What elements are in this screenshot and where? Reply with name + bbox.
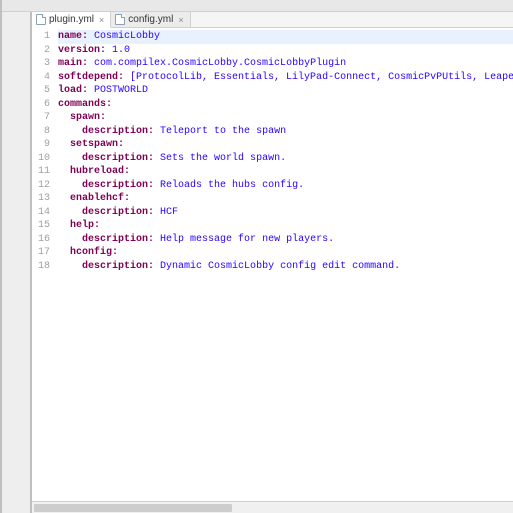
code-line[interactable]: load: POSTWORLD — [58, 84, 513, 98]
code-line[interactable]: description: Sets the world spawn. — [58, 152, 513, 166]
line-number: 10 — [32, 152, 50, 166]
line-number: 14 — [32, 206, 50, 220]
line-number: 9 — [32, 138, 50, 152]
line-number: 8 — [32, 125, 50, 139]
file-icon — [115, 14, 125, 25]
line-number: 7 — [32, 111, 50, 125]
line-number: 12 — [32, 179, 50, 193]
code-line[interactable]: enablehcf: — [58, 192, 513, 206]
close-icon[interactable]: × — [178, 15, 183, 25]
line-number: 1 — [32, 30, 50, 44]
code-line[interactable]: spawn: — [58, 111, 513, 125]
line-number: 4 — [32, 71, 50, 85]
code-line[interactable]: description: Help message for new player… — [58, 233, 513, 247]
code-line[interactable]: help: — [58, 219, 513, 233]
code-line[interactable]: description: Reloads the hubs config. — [58, 179, 513, 193]
close-icon[interactable]: × — [99, 15, 104, 25]
line-number: 11 — [32, 165, 50, 179]
line-number: 18 — [32, 260, 50, 274]
code-line[interactable]: softdepend: [ProtocolLib, Essentials, Li… — [58, 71, 513, 85]
tab-bar: plugin.yml × config.yml × — [32, 12, 513, 28]
window-frame: plugin.yml × config.yml × 12345678910111… — [0, 0, 513, 513]
scrollbar-thumb[interactable] — [34, 504, 232, 512]
tab-label: plugin.yml — [49, 14, 94, 25]
tab-plugin-yml[interactable]: plugin.yml × — [32, 12, 111, 28]
code-line[interactable]: description: Dynamic CosmicLobby config … — [58, 260, 513, 274]
line-number-gutter: 123456789101112131415161718 — [32, 28, 54, 501]
line-number: 2 — [32, 44, 50, 58]
editor-panel: plugin.yml × config.yml × 12345678910111… — [30, 12, 513, 513]
code-line[interactable]: hubreload: — [58, 165, 513, 179]
code-line[interactable]: description: Teleport to the spawn — [58, 125, 513, 139]
code-line[interactable]: name: CosmicLobby — [58, 30, 513, 44]
line-number: 3 — [32, 57, 50, 71]
horizontal-scrollbar[interactable] — [32, 501, 513, 513]
line-number: 15 — [32, 219, 50, 233]
tab-config-yml[interactable]: config.yml × — [111, 12, 190, 27]
editor[interactable]: 123456789101112131415161718 name: Cosmic… — [32, 28, 513, 501]
code-line[interactable]: hconfig: — [58, 246, 513, 260]
tab-label: config.yml — [128, 14, 173, 25]
line-number: 17 — [32, 246, 50, 260]
line-number: 6 — [32, 98, 50, 112]
toolbar-strip — [2, 0, 513, 12]
file-icon — [36, 14, 46, 25]
code-line[interactable]: commands: — [58, 98, 513, 112]
line-number: 13 — [32, 192, 50, 206]
content-area: plugin.yml × config.yml × 12345678910111… — [2, 12, 513, 513]
code-line[interactable]: description: HCF — [58, 206, 513, 220]
line-number: 5 — [32, 84, 50, 98]
line-number: 16 — [32, 233, 50, 247]
code-line[interactable]: setspawn: — [58, 138, 513, 152]
code-area[interactable]: name: CosmicLobbyversion: 1.0main: com.c… — [54, 28, 513, 501]
code-line[interactable]: version: 1.0 — [58, 44, 513, 58]
code-line[interactable]: main: com.compilex.CosmicLobby.CosmicLob… — [58, 57, 513, 71]
